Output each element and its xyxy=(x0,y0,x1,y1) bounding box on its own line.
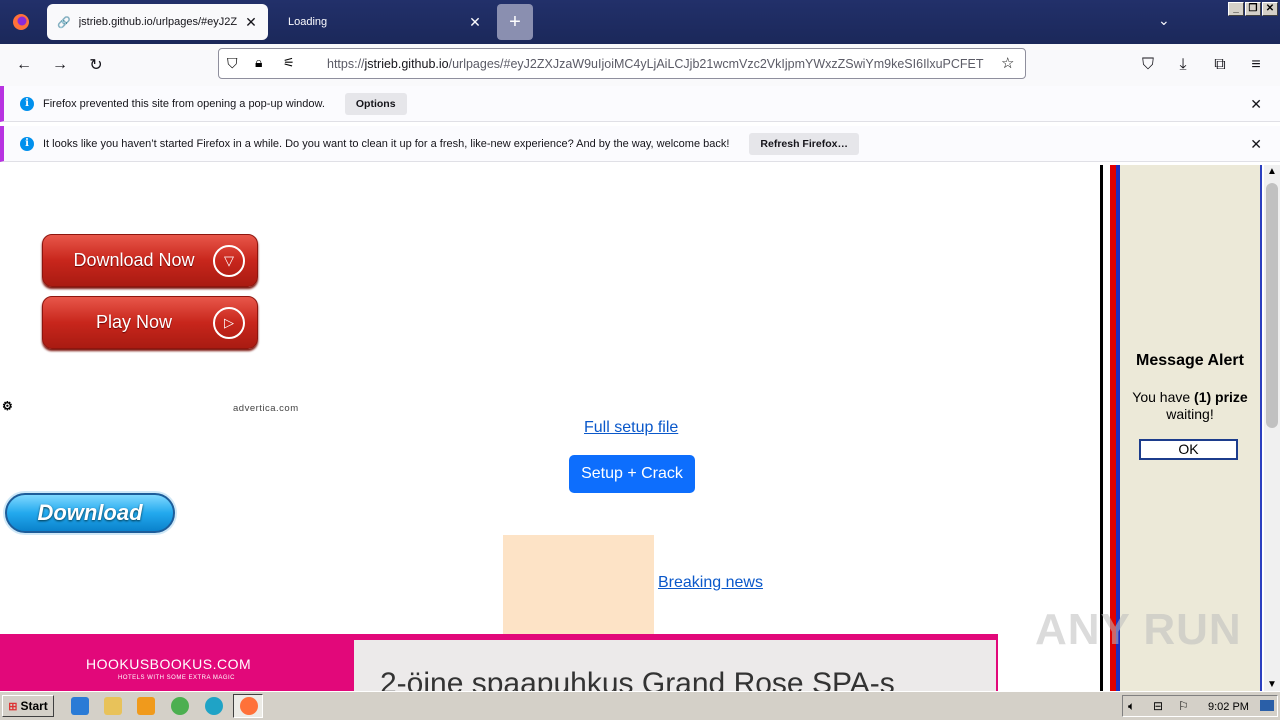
link-icon: 🔗 xyxy=(57,16,71,29)
close-tab-icon[interactable]: ✕ xyxy=(244,14,258,31)
tab-title: jstrieb.github.io/urlpages/#eyJ2Z xyxy=(78,16,238,28)
media-player-icon[interactable] xyxy=(137,697,155,715)
options-button[interactable]: Options xyxy=(344,92,407,115)
notification-text: It looks like you haven’t started Firefo… xyxy=(43,137,730,150)
back-icon[interactable]: ← xyxy=(13,54,35,76)
start-label: Start xyxy=(20,699,48,713)
minimize-button[interactable]: _ xyxy=(1228,2,1244,16)
alert-text: waiting! xyxy=(1166,406,1214,422)
download-icon[interactable]: ⤓ xyxy=(1172,54,1194,76)
play-now-button[interactable]: Play Now ▷ xyxy=(42,296,258,349)
refresh-firefox-button[interactable]: Refresh Firefox… xyxy=(749,132,859,155)
tab-active[interactable]: 🔗 jstrieb.github.io/urlpages/#eyJ2Z ✕ xyxy=(47,4,268,40)
url-path: /urlpages/#eyJ2ZXJzaW9uIjoiMC4yLjAiLCJjb… xyxy=(448,57,984,71)
info-icon: i xyxy=(20,136,34,151)
flag-icon[interactable]: ⚐ xyxy=(1178,699,1189,713)
play-now-label: Play Now xyxy=(95,312,173,332)
url-text[interactable]: https://jstrieb.github.io/urlpages/#eyJ2… xyxy=(327,57,997,71)
download-now-button[interactable]: Download Now ▽ xyxy=(42,234,258,287)
edge-icon[interactable] xyxy=(205,697,223,715)
alert-prize: (1) prize xyxy=(1194,389,1248,405)
firefox-icon xyxy=(240,697,258,715)
star-icon[interactable]: ☆ xyxy=(1001,54,1014,72)
alert-message: You have (1) prize waiting! xyxy=(1124,389,1256,423)
firefox-view-button[interactable] xyxy=(0,0,42,44)
url-bar[interactable]: ⛉ 🔒︎ ⚟ https://jstrieb.github.io/urlpage… xyxy=(218,48,1026,79)
close-window-button[interactable]: ✕ xyxy=(1262,2,1278,16)
show-desktop-icon[interactable] xyxy=(1260,700,1274,711)
close-tab-icon[interactable]: ✕ xyxy=(468,14,482,31)
refresh-firefox-notification: i It looks like you haven’t started Fire… xyxy=(0,126,1280,162)
ad-brand: HOOKUSBOOKUS.COM xyxy=(86,656,252,672)
play-icon: ▷ xyxy=(213,306,245,339)
news-image[interactable] xyxy=(503,535,654,635)
speaker-icon[interactable]: 🔈︎ xyxy=(1128,699,1135,714)
network-icon[interactable]: ⊟ xyxy=(1153,699,1163,713)
forward-icon[interactable]: → xyxy=(49,54,71,76)
permissions-icon[interactable]: ⚟ xyxy=(283,55,295,71)
advertica-label[interactable]: advertica.com xyxy=(233,403,299,414)
folder-icon[interactable] xyxy=(104,697,122,715)
lock-icon[interactable]: 🔒︎ xyxy=(255,54,262,71)
scroll-down-icon[interactable]: ▼ xyxy=(1267,679,1277,690)
chrome-icon[interactable] xyxy=(171,697,189,715)
url-host: jstrieb.github.io xyxy=(364,57,449,71)
chevron-down-icon[interactable]: ⌄ xyxy=(1158,12,1170,29)
ie-icon[interactable] xyxy=(71,697,89,715)
breaking-news-link[interactable]: Breaking news xyxy=(658,574,763,592)
tab-loading[interactable]: Loading ✕ xyxy=(270,4,492,40)
ad-tagline: HOTELS WITH SOME EXTRA MAGIC xyxy=(118,675,236,681)
popup-blocked-notification: i Firefox prevented this site from openi… xyxy=(0,86,1280,122)
tab-title: Loading xyxy=(288,16,328,28)
clock[interactable]: 9:02 PM xyxy=(1208,701,1249,713)
close-icon[interactable]: ✕ xyxy=(1250,136,1262,153)
ad-logo-icon[interactable]: ⚙︎ xyxy=(2,399,13,413)
new-tab-button[interactable]: + xyxy=(497,4,533,40)
notification-text: Firefox prevented this site from opening… xyxy=(43,97,325,110)
full-setup-link[interactable]: Full setup file xyxy=(584,419,678,437)
ok-button[interactable]: OK xyxy=(1139,439,1238,460)
windows-icon: ⊞ xyxy=(8,700,18,713)
url-scheme: https:// xyxy=(327,57,365,71)
close-icon[interactable]: ✕ xyxy=(1250,96,1262,113)
scroll-up-icon[interactable]: ▲ xyxy=(1267,166,1277,177)
triangle-down-icon: ▽ xyxy=(213,244,245,277)
shield-icon[interactable]: ⛉ xyxy=(227,55,238,72)
anyrun-watermark: ANY RUN xyxy=(1035,605,1242,654)
system-tray xyxy=(1122,695,1278,717)
extensions-icon[interactable]: ⧉ xyxy=(1209,54,1231,76)
pocket-icon[interactable]: ⛉ xyxy=(1137,54,1159,76)
reload-icon[interactable]: ↻ xyxy=(85,54,107,76)
scrollbar-thumb[interactable] xyxy=(1266,183,1278,428)
setup-crack-button[interactable]: Setup + Crack xyxy=(569,455,695,493)
start-button[interactable]: ⊞ Start xyxy=(2,695,54,717)
alert-text: You have xyxy=(1132,389,1195,405)
alert-title: Message Alert xyxy=(1136,352,1244,369)
info-icon: i xyxy=(20,96,34,111)
restore-button[interactable]: ❐ xyxy=(1245,2,1261,16)
menu-icon[interactable]: ≡ xyxy=(1245,54,1267,76)
taskbar xyxy=(0,691,1280,720)
firefox-icon xyxy=(13,14,29,30)
download-button[interactable]: Download xyxy=(5,493,175,533)
download-now-label: Download Now xyxy=(73,250,195,270)
